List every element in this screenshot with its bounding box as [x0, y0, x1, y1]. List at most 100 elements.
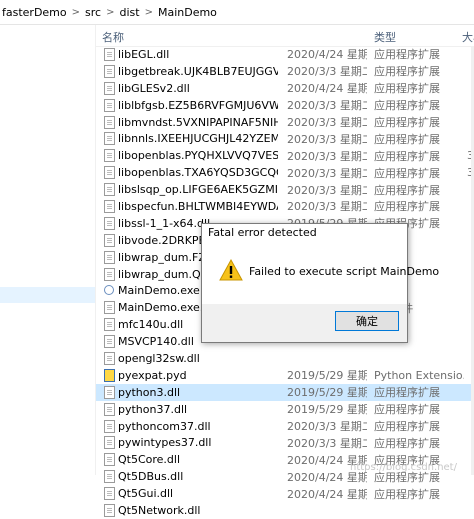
dll-file-icon [104, 436, 115, 450]
column-header-size[interactable]: 大小 [462, 29, 474, 45]
file-row[interactable]: libmvndst.5VXNIPAPINAF5NIHXAFN... 2020/3/… [96, 114, 474, 131]
dll-file-icon [104, 453, 115, 467]
file-name: Qt5Core.dll [118, 453, 181, 467]
file-row[interactable]: pythoncom37.dll 2020/3/3 星期二 ... 应用程序扩展 [96, 418, 474, 435]
dll-file-icon [104, 504, 115, 518]
file-type: 应用程序扩展 [374, 149, 440, 163]
file-row[interactable]: python37.dll 2019/5/29 星期... 应用程序扩展 [96, 401, 474, 418]
file-name: libmvndst.5VXNIPAPINAF5NIHXAFN... [118, 115, 278, 129]
breadcrumb-separator: > [71, 6, 81, 18]
file-date: 2020/3/3 星期二 ... [287, 132, 367, 146]
file-type: 应用程序扩展 [374, 183, 440, 197]
file-type: 应用程序扩展 [374, 82, 440, 96]
column-header-name[interactable]: 名称 [102, 29, 124, 45]
navigation-selected-item[interactable] [0, 287, 95, 303]
dll-file-icon [104, 132, 115, 146]
navigation-pane[interactable] [0, 25, 96, 475]
file-row[interactable]: pyexpat.pyd 2019/5/29 星期... Python Extensi… [96, 367, 474, 384]
dialog-title: Fatal error detected [208, 226, 317, 239]
breadcrumb-item-maindemo[interactable]: MainDemo [158, 6, 217, 19]
file-date: 2020/4/24 星期... [287, 487, 367, 501]
file-row[interactable]: pywintypes37.dll 2020/3/3 星期二 ... 应用程序扩展 [96, 434, 474, 451]
manifest-file-icon [104, 301, 115, 315]
dll-file-icon [104, 250, 115, 264]
file-type: 应用程序扩展 [374, 116, 440, 129]
breadcrumb-separator: > [106, 6, 115, 18]
file-date: 2020/3/3 星期二 ... [287, 166, 367, 180]
dll-file-icon [104, 318, 115, 332]
file-type: 应用程序扩展 [374, 99, 440, 113]
file-date: 2020/3/3 星期二 ... [287, 200, 367, 214]
file-type: 应用程序扩展 [374, 420, 440, 434]
file-name: Qt5Network.dll [118, 503, 201, 517]
file-row[interactable]: liblbfgsb.EZ5B6RVFGMJU6VWIF3S5N... 2020/3… [96, 97, 474, 114]
file-type: 应用程序扩展 [374, 386, 440, 400]
dialog-body: Failed to execute script MainDemo [202, 242, 439, 304]
file-name: libspecfun.BHLTWMBI4EYWDACZN4... [118, 199, 278, 213]
file-name: pythoncom37.dll [118, 419, 211, 433]
file-row[interactable]: libGLESv2.dll 2020/4/24 星期... 应用程序扩展 [96, 80, 474, 97]
file-name: pywintypes37.dll [118, 436, 212, 450]
file-name: opengl32sw.dll [118, 351, 200, 365]
file-type: 应用程序扩展 [374, 166, 440, 180]
dll-file-icon [104, 385, 115, 399]
file-name: libEGL.dll [118, 47, 170, 61]
file-row[interactable]: opengl32sw.dll [96, 350, 474, 367]
column-header-type[interactable]: 类型 [374, 29, 396, 45]
dll-file-icon [104, 115, 115, 129]
file-date: 2020/3/3 星期二 ... [287, 183, 367, 197]
file-type: 应用程序扩展 [374, 200, 440, 214]
file-name: python37.dll [118, 402, 188, 416]
file-row[interactable]: libopenblas.TXA6YQSD3GCQQC22GE... 2020/3/… [96, 164, 474, 181]
dll-file-icon [104, 470, 115, 484]
file-name: libopenblas.TXA6YQSD3GCQQC22GE... [118, 166, 278, 180]
file-row[interactable]: libopenblas.PYQHXLVVQ7VESDPUVU... 2020/3/… [96, 147, 474, 164]
breadcrumb-item-src[interactable]: src [85, 6, 101, 19]
file-type: Python Extensio... [374, 368, 464, 382]
file-name: Qt5Gui.dll [118, 487, 174, 501]
error-dialog: Fatal error detected Failed to execute s… [201, 223, 439, 343]
file-date: 2020/3/3 星期二 ... [287, 436, 367, 450]
file-date: 2020/4/24 星期... [287, 82, 367, 96]
file-row[interactable]: python3.dll 2019/5/29 星期... 应用程序扩展 [96, 383, 474, 401]
file-name: libgetbreak.UJK4BLB7EUJGGVPKGDQ... [118, 64, 278, 78]
file-date: 2019/5/29 星期... [287, 403, 367, 417]
breadcrumb: fasterDemo > src > dist > MainDemo [2, 6, 217, 19]
warning-icon [219, 259, 243, 281]
dll-file-icon [104, 200, 115, 214]
dll-file-icon [104, 183, 115, 197]
address-bar[interactable]: fasterDemo > src > dist > MainDemo [0, 0, 474, 25]
dll-file-icon [104, 98, 115, 112]
dll-file-icon [104, 81, 115, 95]
dll-file-icon [104, 216, 115, 230]
file-row[interactable]: libEGL.dll 2020/4/24 星期... 应用程序扩展 [96, 46, 474, 63]
file-date: 2020/3/3 星期二 ... [287, 99, 367, 113]
breadcrumb-item-fasterdemo[interactable]: fasterDemo [2, 6, 67, 19]
file-row[interactable]: Qt5Network.dll [96, 502, 474, 519]
file-type: 应用程序扩展 [374, 403, 440, 417]
file-type: 应用程序扩展 [374, 132, 440, 146]
file-name: libGLESv2.dll [118, 81, 190, 95]
file-date: 2020/3/3 星期二 ... [287, 420, 367, 434]
file-row[interactable]: libslsqp_op.LIFGE6AEK5GZMIV4YAH... 2020/3… [96, 181, 474, 198]
file-name: Qt5DBus.dll [118, 470, 184, 484]
exe-file-icon [104, 285, 114, 296]
dll-file-icon [104, 64, 115, 78]
column-header-row: 名称 类型 大小 [96, 28, 474, 47]
file-date: 2020/3/3 星期二 ... [287, 65, 367, 79]
file-row[interactable]: libgetbreak.UJK4BLB7EUJGGVPKGDQ... 2020/3… [96, 63, 474, 80]
file-date: 2020/3/3 星期二 ... [287, 149, 367, 163]
breadcrumb-item-dist[interactable]: dist [119, 6, 139, 19]
dll-file-icon [104, 487, 115, 501]
dialog-message: Failed to execute script MainDemo [249, 265, 440, 278]
file-date: 2019/5/29 星期... [287, 369, 367, 383]
ok-button[interactable]: 确定 [335, 311, 399, 331]
dll-file-icon [104, 267, 115, 281]
file-type: 应用程序扩展 [374, 65, 440, 79]
file-row[interactable]: libnnls.IXEEHJUCGHJL42YZEM6UIEM... 2020/3… [96, 130, 474, 147]
file-row[interactable]: Qt5Gui.dll 2020/4/24 星期... 应用程序扩展 [96, 485, 474, 502]
dll-file-icon [104, 149, 115, 163]
python-file-icon [104, 368, 115, 382]
file-row[interactable]: libspecfun.BHLTWMBI4EYWDACZN4... 2020/3/3… [96, 198, 474, 215]
dialog-footer: 确定 [202, 304, 407, 342]
